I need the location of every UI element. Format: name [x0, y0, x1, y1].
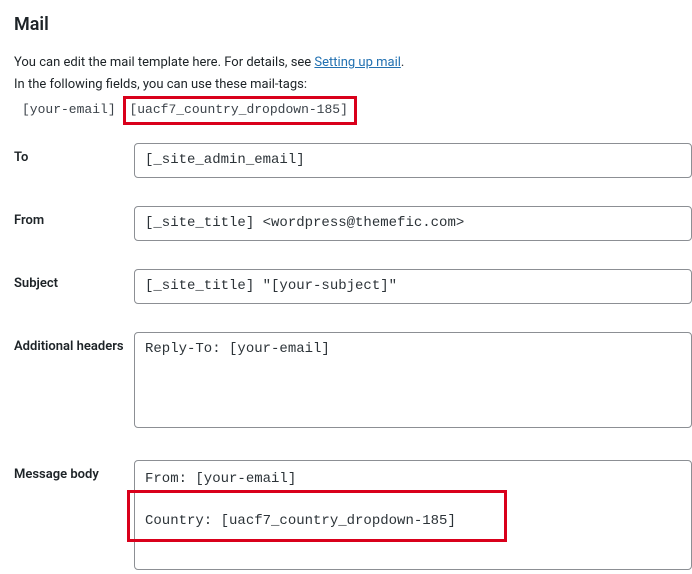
- mail-tag-country-dropdown: [uacf7_country_dropdown-185]: [129, 102, 347, 117]
- to-label: To: [14, 143, 134, 165]
- intro-suffix: .: [401, 55, 404, 70]
- mail-tag-your-email: [your-email]: [22, 102, 116, 117]
- setup-mail-link[interactable]: Setting up mail: [314, 55, 400, 70]
- to-input[interactable]: [134, 143, 692, 178]
- intro-prefix: You can edit the mail template here. For…: [14, 55, 314, 70]
- intro-text: You can edit the mail template here. For…: [14, 53, 692, 73]
- subject-input[interactable]: [134, 269, 692, 304]
- additional-headers-input[interactable]: [134, 332, 692, 428]
- message-body-input[interactable]: [134, 460, 692, 570]
- page-title: Mail: [14, 14, 692, 35]
- mail-tags-intro: In the following fields, you can use the…: [14, 75, 692, 95]
- from-input[interactable]: [134, 206, 692, 241]
- highlight-annotation-tag: [uacf7_country_dropdown-185]: [123, 96, 356, 125]
- additional-headers-label: Additional headers: [14, 332, 134, 354]
- message-body-label: Message body: [14, 460, 134, 482]
- subject-label: Subject: [14, 269, 134, 291]
- mail-tags-list: [your-email] [uacf7_country_dropdown-185…: [22, 96, 692, 125]
- from-label: From: [14, 206, 134, 228]
